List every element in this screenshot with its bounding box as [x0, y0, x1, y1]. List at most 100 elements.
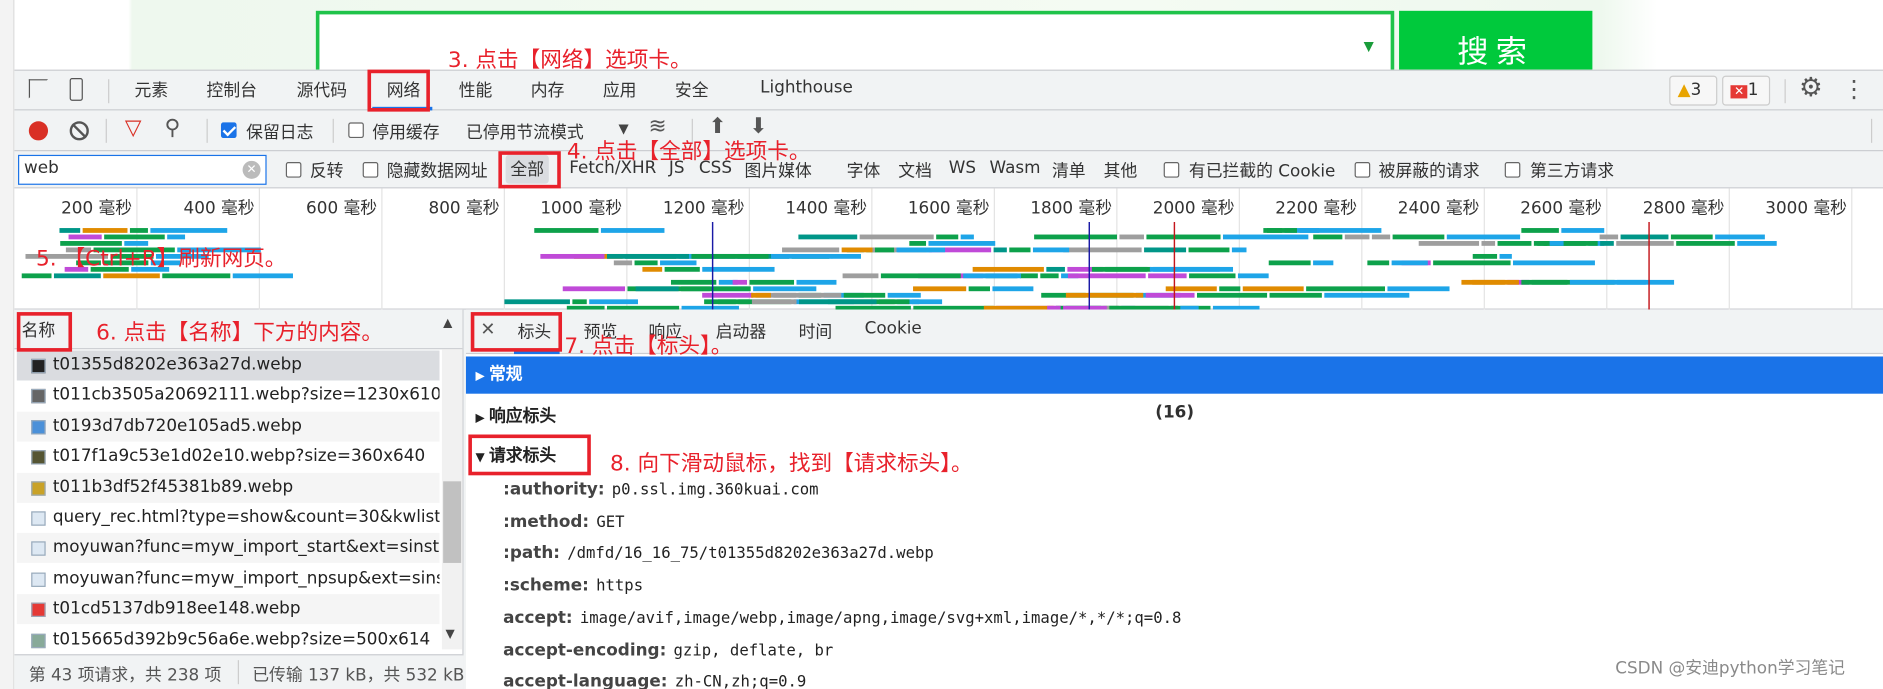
waterfall-segment [1237, 273, 1269, 279]
network-toolbar: ▽ ⚲ 保留日志 停用缓存 已停用节流模式 ▼ ≋ ⬆ ⬇ [14, 110, 1883, 152]
waterfall-segment [1461, 279, 1519, 285]
hide-data-urls-checkbox[interactable] [362, 162, 379, 178]
type-filter-wasm[interactable]: Wasm [990, 158, 1041, 177]
waterfall-segment [1067, 266, 1090, 272]
tab-lighthouse[interactable]: Lighthouse [760, 78, 853, 97]
settings-gear-icon[interactable]: ⚙ [1799, 73, 1823, 103]
invert-checkbox[interactable] [285, 162, 302, 178]
scroll-down-icon[interactable]: ▼ [446, 628, 455, 641]
waterfall-segment [634, 260, 658, 266]
waterfall-overview: 200 毫秒 400 毫秒 600 毫秒 800 毫秒 1000 毫秒 1200 毫秒 14… [21, 188, 1853, 331]
waterfall-segment [540, 253, 605, 259]
request-row[interactable]: query_rec.html?type=show&count=30&kwlist… [16, 502, 440, 533]
request-header-row: :path: /dmfd/16_16_75/t01355d8202e363a27d… [503, 544, 934, 563]
waterfall-segment [1600, 241, 1614, 246]
tab-cookies[interactable]: Cookie [865, 319, 922, 338]
blocked-requests-checkbox[interactable] [1354, 162, 1371, 178]
request-row[interactable]: t011b3df52f45381b89.webp [16, 472, 440, 503]
dropdown-arrow-icon[interactable]: ▼ [1364, 38, 1374, 54]
waterfall-segment [1231, 247, 1247, 253]
header-value: /dmfd/16_16_75/t01355d8202e363a27d.webp [567, 545, 934, 564]
waterfall-segment [1065, 292, 1144, 298]
inspect-element-icon[interactable] [28, 79, 49, 99]
waterfall-segment [1569, 279, 1646, 285]
waterfall-segment [103, 273, 160, 279]
request-header-row: :scheme: https [503, 576, 643, 595]
tab-performance[interactable]: 性能 [459, 78, 493, 102]
request-row[interactable]: t01cd5137db918ee148.webp [16, 594, 440, 625]
filter-input[interactable]: web ✕ [18, 154, 267, 185]
waterfall-segment [1433, 260, 1511, 266]
waterfall-segment [751, 292, 771, 298]
waterfall-segment [831, 253, 861, 259]
disable-cache-checkbox[interactable] [348, 122, 364, 139]
highlight-headers-tab [470, 312, 563, 352]
request-row[interactable]: t017f1a9c53e1d02e10.webp?size=360x640 [16, 441, 440, 472]
preserve-log-label: 保留日志 [246, 123, 314, 143]
request-name: query_rec.html?type=show&count=30&kwlist… [52, 507, 440, 527]
blocked-cookies-checkbox[interactable] [1163, 162, 1180, 178]
request-row[interactable]: moyuwan?func=myw_import_start&ext=sinst%… [16, 533, 440, 564]
tab-application[interactable]: 应用 [603, 78, 637, 102]
annotation-step-5: 5. 【Ctrl+R】刷新网页。 [36, 246, 287, 272]
request-row[interactable]: t01355d8202e363a27d.webp [16, 350, 440, 381]
tab-console[interactable]: 控制台 [207, 78, 257, 102]
scrollbar[interactable]: ▼ [441, 349, 463, 650]
record-button[interactable] [28, 121, 49, 141]
annotation-step-7: 7. 点击【标头】。 [564, 333, 733, 359]
tick-label: 200 毫秒 [61, 198, 132, 218]
more-options-icon[interactable]: ⋮ [1842, 74, 1866, 103]
waterfall-segment [936, 234, 959, 240]
request-row[interactable]: t011cb3505a20692111.webp?size=1230x610 [16, 380, 440, 411]
tab-security[interactable]: 安全 [675, 78, 709, 102]
type-filter-font[interactable]: 字体 [847, 158, 881, 182]
type-filter-ws[interactable]: WS [949, 158, 976, 177]
type-filter-other[interactable]: 其他 [1104, 158, 1138, 182]
third-party-checkbox[interactable] [1504, 162, 1521, 178]
search-icon[interactable]: ⚲ [165, 115, 181, 140]
resource-type-icon [31, 419, 46, 435]
waterfall-segment [1306, 286, 1385, 292]
response-headers-section[interactable]: ▶ 响应标头 [476, 403, 557, 427]
tick-label: 600 毫秒 [306, 198, 377, 218]
waterfall-segment [1387, 286, 1450, 292]
device-toolbar-icon[interactable] [69, 78, 83, 101]
errors-badge[interactable]: ✕ 1 [1722, 75, 1771, 106]
request-header-row: :method: GET [503, 512, 624, 531]
waterfall-segment [913, 286, 967, 292]
request-name: t01cd5137db918ee148.webp [52, 599, 301, 619]
tab-timing[interactable]: 时间 [799, 319, 833, 343]
request-row[interactable]: t015665d392b9c56a6e.webp?size=500x614 [16, 624, 440, 655]
request-name: t017f1a9c53e1d02e10.webp?size=360x640 [52, 446, 426, 466]
type-filter-manifest[interactable]: 清单 [1052, 158, 1086, 182]
header-key: :authority: [503, 480, 605, 500]
general-section[interactable]: ▶ 常规 [465, 356, 1883, 394]
waterfall-segment [1299, 228, 1382, 233]
waterfall-segment [1344, 234, 1370, 240]
scrollbar-thumb[interactable] [443, 481, 462, 563]
header-value: gzip, deflate, br [673, 641, 834, 660]
tick-label: 2400 毫秒 [1398, 198, 1480, 218]
filter-icon[interactable]: ▽ [125, 115, 142, 140]
preserve-log-checkbox[interactable] [220, 122, 237, 139]
waterfall-segment [960, 234, 974, 240]
request-row[interactable]: moyuwan?func=myw_import_npsup&ext=sinst% [16, 563, 440, 594]
tab-memory[interactable]: 内存 [531, 78, 565, 102]
network-overview-timeline[interactable]: 200 毫秒 400 毫秒 600 毫秒 800 毫秒 1000 毫秒 1200 毫秒 14… [14, 188, 1883, 331]
waterfall-segment [1032, 247, 1070, 253]
waterfall-segment [670, 279, 717, 285]
waterfall-segment [1620, 234, 1669, 240]
clear-filter-icon[interactable]: ✕ [242, 160, 261, 179]
waterfall-segment [642, 266, 663, 272]
waterfall-segment [909, 241, 927, 246]
tab-elements[interactable]: 元素 [135, 78, 169, 102]
clear-icon[interactable] [69, 121, 89, 141]
tick-label: 2000 毫秒 [1153, 198, 1235, 218]
tab-sources[interactable]: 源代码 [297, 78, 347, 102]
type-filter-doc[interactable]: 文档 [898, 158, 932, 182]
warnings-badge[interactable]: ▲3 [1669, 75, 1718, 106]
waterfall-segment [691, 253, 769, 259]
sort-up-icon[interactable]: ▲ [443, 317, 452, 330]
request-row[interactable]: t0193d7db720e105ad5.webp [16, 411, 440, 442]
resource-type-icon [31, 633, 46, 648]
